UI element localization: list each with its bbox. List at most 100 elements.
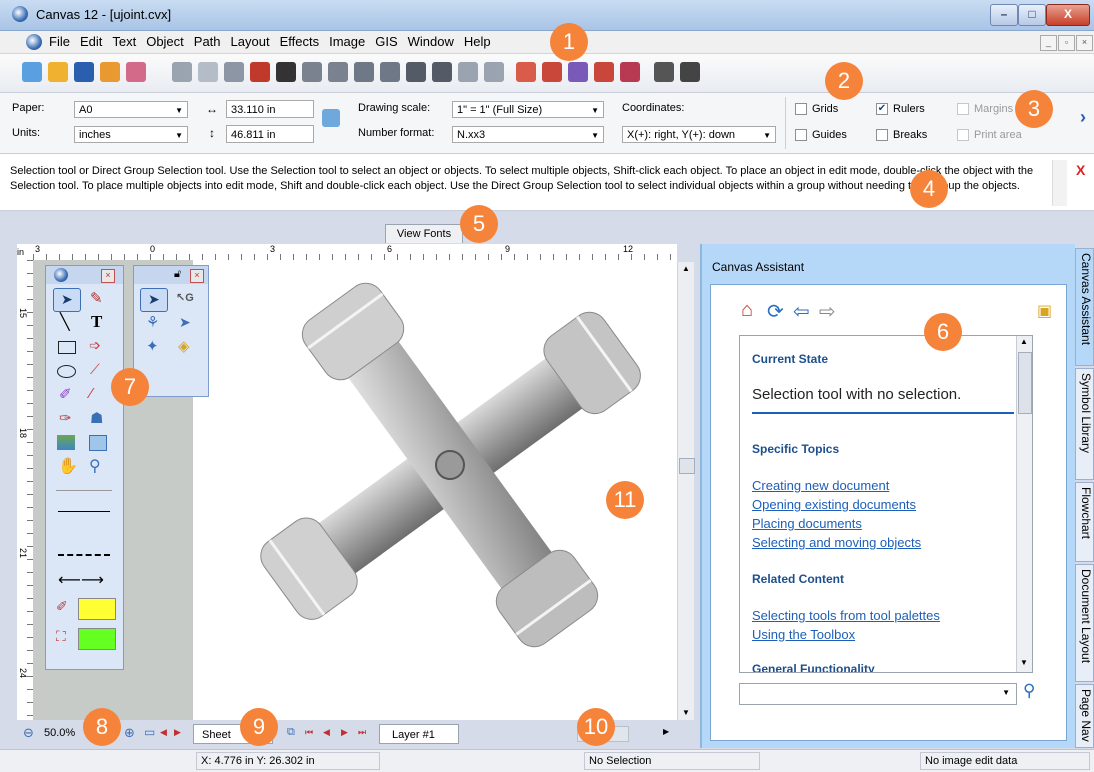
maximize-button[interactable]: □ <box>1018 4 1046 26</box>
scroll-up-icon[interactable]: ▲ <box>1020 337 1028 346</box>
text-style-icon[interactable] <box>680 62 700 82</box>
search-icon[interactable]: ⚲ <box>1023 681 1035 701</box>
image-tool-icon[interactable] <box>53 432 79 454</box>
lasso-selection-icon[interactable]: ⚘ <box>140 312 166 334</box>
last-layer-icon[interactable]: ⏭ <box>358 727 366 738</box>
close-help-icon[interactable]: X <box>1076 162 1085 178</box>
oval-tool-icon[interactable] <box>53 360 79 382</box>
link-selecting-moving-objects[interactable]: Selecting and moving objects <box>752 535 921 550</box>
refresh-icon[interactable]: ⟳ <box>767 299 784 324</box>
new-icon[interactable] <box>22 62 42 82</box>
grids-checkbox[interactable] <box>795 103 807 115</box>
unlock-icon[interactable] <box>484 62 504 82</box>
vertical-ruler[interactable]: 15 18 21 24 <box>17 260 34 720</box>
back-icon[interactable]: ⇦ <box>793 299 810 324</box>
menu-text[interactable]: Text <box>107 31 141 52</box>
line-tool-icon[interactable]: ╲ <box>53 312 79 334</box>
sprayer-tool-icon[interactable]: ☗ <box>84 408 110 430</box>
undo-icon[interactable] <box>250 62 270 82</box>
universal-joint-drawing[interactable] <box>230 275 670 655</box>
menu-effects[interactable]: Effects <box>275 31 325 52</box>
pen-tool-icon[interactable]: ✐ <box>53 384 79 406</box>
units-select[interactable]: inches ▼ <box>74 126 188 143</box>
height-field[interactable]: 46.811 in <box>226 125 314 143</box>
page-icon[interactable]: ▭ <box>144 725 155 739</box>
mdi-minimize-button[interactable]: _ <box>1040 35 1057 51</box>
render-icon-2[interactable] <box>542 62 562 82</box>
scroll-right-icon[interactable]: ▶ <box>663 727 669 736</box>
toolbox-header[interactable]: × <box>46 266 123 284</box>
close-button[interactable]: X <box>1046 4 1090 26</box>
line-weight-icon[interactable] <box>58 511 110 512</box>
more-options-chevron-icon[interactable]: › <box>1080 107 1086 128</box>
close-icon[interactable]: × <box>101 269 115 283</box>
tab-flowchart[interactable]: Flowchart <box>1075 482 1094 562</box>
link-creating-new-document[interactable]: Creating new document <box>752 478 889 493</box>
menu-help[interactable]: Help <box>459 31 496 52</box>
tab-canvas-assistant[interactable]: Canvas Assistant <box>1075 248 1094 366</box>
text-tool-icon[interactable]: T <box>84 312 110 334</box>
render-icon-4[interactable] <box>594 62 614 82</box>
scroll-up-icon[interactable]: ▲ <box>682 264 690 273</box>
margins-checkbox[interactable] <box>957 103 969 115</box>
home-icon[interactable]: ⌂ <box>741 299 753 322</box>
cut-icon[interactable] <box>172 62 192 82</box>
distribute-icon[interactable] <box>432 62 452 82</box>
menu-image[interactable]: Image <box>324 31 370 52</box>
brush-tool-icon[interactable]: ✎ <box>84 288 110 310</box>
unlock-icon[interactable]: 🔓︎ <box>174 268 181 281</box>
direct-group-selection-icon[interactable]: ↖G <box>172 288 198 310</box>
eyedropper-icon[interactable] <box>654 62 674 82</box>
help-scrollbar[interactable] <box>1052 160 1067 206</box>
menu-object[interactable]: Object <box>141 31 189 52</box>
view-fonts-tab[interactable]: View Fonts <box>385 224 463 243</box>
tag-selection-icon[interactable]: ◈ <box>172 336 198 358</box>
mdi-close-button[interactable]: × <box>1076 35 1093 51</box>
ungroup-icon[interactable] <box>328 62 348 82</box>
scroll-down-icon[interactable]: ▼ <box>1020 658 1028 667</box>
render-icon-3[interactable] <box>568 62 588 82</box>
breaks-checkbox[interactable] <box>876 129 888 141</box>
close-icon[interactable]: × <box>190 269 204 283</box>
dropper-tool-icon[interactable]: ⁄ <box>84 384 110 406</box>
render-icon-5[interactable] <box>620 62 640 82</box>
node-selection-icon[interactable]: ➤ <box>172 312 198 334</box>
mdi-restore-button[interactable]: ▫ <box>1058 35 1075 51</box>
first-layer-icon[interactable]: ⏮ <box>305 727 313 738</box>
layer-tab[interactable]: Layer #1 <box>379 724 459 744</box>
orientation-icon[interactable] <box>322 109 340 127</box>
tab-symbol-library[interactable]: Symbol Library <box>1075 368 1094 480</box>
lock-icon[interactable] <box>458 62 478 82</box>
horizontal-ruler[interactable]: 3 0 3 6 9 12 <box>33 244 677 261</box>
menu-edit[interactable]: Edit <box>75 31 107 52</box>
hand-pointer-tool-icon[interactable]: ➩ <box>84 336 110 358</box>
print-icon[interactable] <box>100 62 120 82</box>
number-format-select[interactable]: N.xx3 ▼ <box>452 126 604 143</box>
link-using-toolbox[interactable]: Using the Toolbox <box>752 627 855 642</box>
combine-icon[interactable] <box>354 62 374 82</box>
link-selecting-tools[interactable]: Selecting tools from tool palettes <box>752 608 940 623</box>
tab-page-nav[interactable]: Page Nav <box>1075 684 1094 748</box>
link-opening-existing-documents[interactable]: Opening existing documents <box>752 497 916 512</box>
pen-color-swatch[interactable] <box>78 598 116 620</box>
tab-document-layout[interactable]: Document Layout <box>1075 564 1094 682</box>
minimize-button[interactable]: – <box>990 4 1018 26</box>
guides-checkbox[interactable] <box>795 129 807 141</box>
forward-icon[interactable]: ⇨ <box>819 299 836 324</box>
selection-palette-header[interactable]: 🔓︎ × <box>134 266 208 284</box>
dash-style-icon[interactable] <box>58 554 110 556</box>
layers-icon[interactable]: ⧉ <box>287 726 295 739</box>
group-icon[interactable] <box>302 62 322 82</box>
render-icon-1[interactable] <box>516 62 536 82</box>
align-icon[interactable] <box>406 62 426 82</box>
hand-tool-icon[interactable]: ✋ <box>53 456 79 478</box>
zoom-tool-icon[interactable]: ⚲ <box>84 456 110 478</box>
bezier-tool-icon[interactable]: ✑ <box>53 408 79 430</box>
copy-icon[interactable] <box>198 62 218 82</box>
paper-select[interactable]: A0 ▼ <box>74 101 188 118</box>
assistant-scrollbar[interactable]: ▲ ▼ <box>1016 336 1032 672</box>
width-field[interactable]: 33.110 in <box>226 100 314 118</box>
lock-icon[interactable]: ▣ <box>1037 301 1052 321</box>
menu-gis[interactable]: GIS <box>370 31 402 52</box>
paste-icon[interactable] <box>224 62 244 82</box>
